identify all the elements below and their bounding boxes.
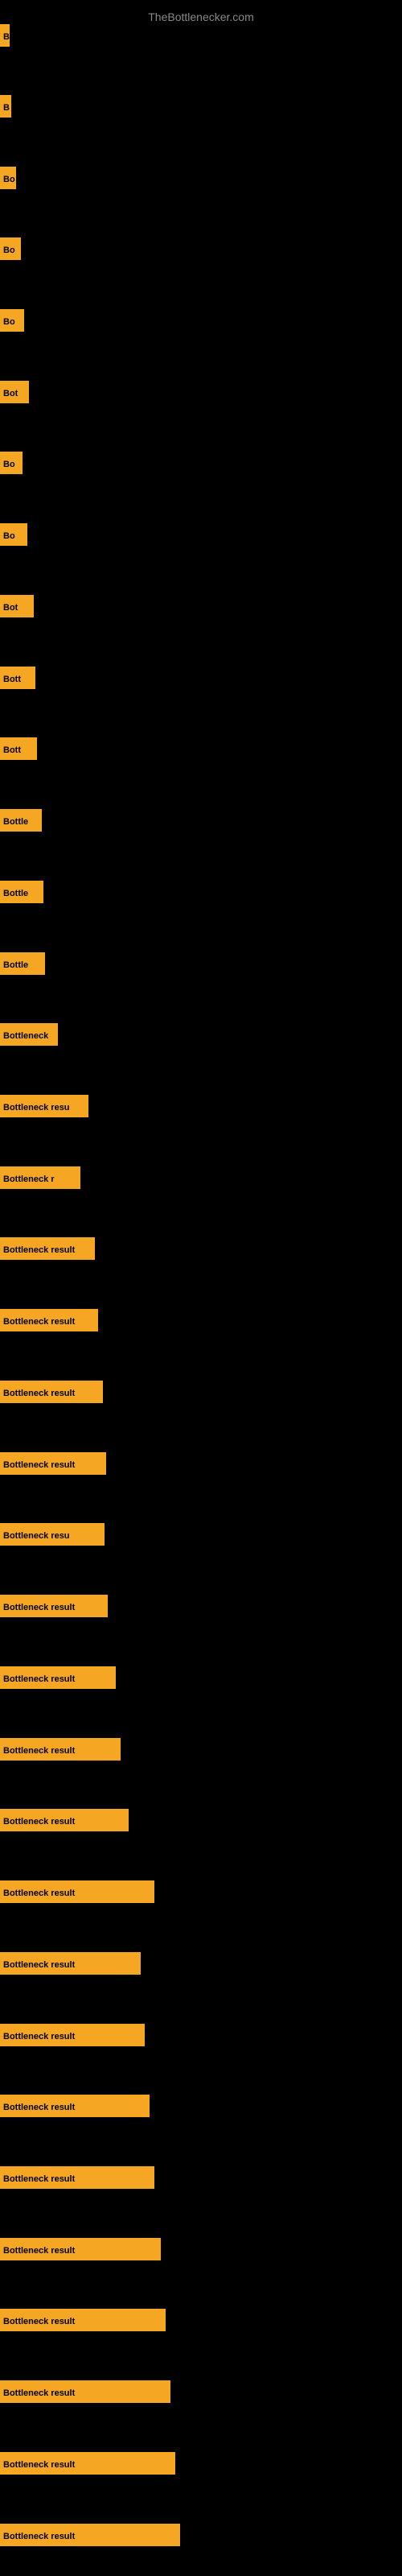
bar-label-25: Bottleneck result bbox=[0, 1738, 121, 1761]
bar-row-8: Bo bbox=[0, 523, 27, 550]
bar-label-21: Bottleneck result bbox=[0, 1452, 106, 1475]
bar-label-28: Bottleneck result bbox=[0, 1952, 141, 1975]
bar-label-11: Bott bbox=[0, 737, 37, 760]
bar-label-35: Bottleneck result bbox=[0, 2452, 175, 2475]
bar-label-16: Bottleneck resu bbox=[0, 1095, 88, 1117]
bar-row-2: B bbox=[0, 95, 11, 122]
bar-row-22: Bottleneck resu bbox=[0, 1523, 105, 1550]
bar-row-30: Bottleneck result bbox=[0, 2095, 150, 2121]
bar-label-19: Bottleneck result bbox=[0, 1309, 98, 1331]
bar-label-6: Bot bbox=[0, 381, 29, 403]
bar-row-12: Bottle bbox=[0, 809, 42, 836]
bar-label-9: Bot bbox=[0, 595, 34, 617]
bar-row-4: Bo bbox=[0, 237, 21, 264]
bar-label-2: B bbox=[0, 95, 11, 118]
bar-row-26: Bottleneck result bbox=[0, 1809, 129, 1835]
bar-row-34: Bottleneck result bbox=[0, 2380, 170, 2407]
bar-row-14: Bottle bbox=[0, 952, 45, 979]
bar-row-1: B bbox=[0, 24, 10, 51]
bar-row-15: Bottleneck bbox=[0, 1023, 58, 1050]
bar-row-19: Bottleneck result bbox=[0, 1309, 98, 1335]
bar-label-27: Bottleneck result bbox=[0, 1880, 154, 1903]
bar-row-18: Bottleneck result bbox=[0, 1237, 95, 1264]
bar-label-29: Bottleneck result bbox=[0, 2024, 145, 2046]
bar-row-29: Bottleneck result bbox=[0, 2024, 145, 2050]
bar-row-20: Bottleneck result bbox=[0, 1381, 103, 1407]
bar-row-9: Bot bbox=[0, 595, 34, 621]
bar-row-32: Bottleneck result bbox=[0, 2238, 161, 2264]
bar-label-4: Bo bbox=[0, 237, 21, 260]
bar-row-36: Bottleneck result bbox=[0, 2524, 180, 2550]
bar-label-12: Bottle bbox=[0, 809, 42, 832]
bar-label-32: Bottleneck result bbox=[0, 2238, 161, 2260]
bar-label-36: Bottleneck result bbox=[0, 2524, 180, 2546]
bar-row-3: Bo bbox=[0, 167, 16, 193]
bar-row-23: Bottleneck result bbox=[0, 1595, 108, 1621]
bar-label-15: Bottleneck bbox=[0, 1023, 58, 1046]
bar-label-13: Bottle bbox=[0, 881, 43, 903]
bar-label-17: Bottleneck r bbox=[0, 1166, 80, 1189]
bar-label-7: Bo bbox=[0, 452, 23, 474]
bar-label-30: Bottleneck result bbox=[0, 2095, 150, 2117]
bar-row-7: Bo bbox=[0, 452, 23, 478]
bar-label-10: Bott bbox=[0, 667, 35, 689]
bar-row-35: Bottleneck result bbox=[0, 2452, 175, 2479]
bar-row-24: Bottleneck result bbox=[0, 1666, 116, 1693]
bar-label-24: Bottleneck result bbox=[0, 1666, 116, 1689]
bar-row-5: Bo bbox=[0, 309, 24, 336]
bar-label-3: Bo bbox=[0, 167, 16, 189]
bar-label-22: Bottleneck resu bbox=[0, 1523, 105, 1546]
bar-row-10: Bott bbox=[0, 667, 35, 693]
bar-row-17: Bottleneck r bbox=[0, 1166, 80, 1193]
bar-label-18: Bottleneck result bbox=[0, 1237, 95, 1260]
bar-row-31: Bottleneck result bbox=[0, 2166, 154, 2193]
bar-label-14: Bottle bbox=[0, 952, 45, 975]
bar-label-5: Bo bbox=[0, 309, 24, 332]
bar-row-16: Bottleneck resu bbox=[0, 1095, 88, 1121]
bar-label-31: Bottleneck result bbox=[0, 2166, 154, 2189]
bar-row-27: Bottleneck result bbox=[0, 1880, 154, 1907]
bar-row-21: Bottleneck result bbox=[0, 1452, 106, 1479]
bar-label-8: Bo bbox=[0, 523, 27, 546]
site-title: TheBottlenecker.com bbox=[0, 4, 402, 30]
bar-label-34: Bottleneck result bbox=[0, 2380, 170, 2403]
bar-row-13: Bottle bbox=[0, 881, 43, 907]
bar-row-28: Bottleneck result bbox=[0, 1952, 141, 1979]
bar-label-1: B bbox=[0, 24, 10, 47]
bar-row-25: Bottleneck result bbox=[0, 1738, 121, 1765]
bar-label-23: Bottleneck result bbox=[0, 1595, 108, 1617]
bar-row-6: Bot bbox=[0, 381, 29, 407]
bar-label-20: Bottleneck result bbox=[0, 1381, 103, 1403]
bar-row-11: Bott bbox=[0, 737, 37, 764]
bar-row-33: Bottleneck result bbox=[0, 2309, 166, 2335]
bar-label-26: Bottleneck result bbox=[0, 1809, 129, 1831]
bar-label-33: Bottleneck result bbox=[0, 2309, 166, 2331]
